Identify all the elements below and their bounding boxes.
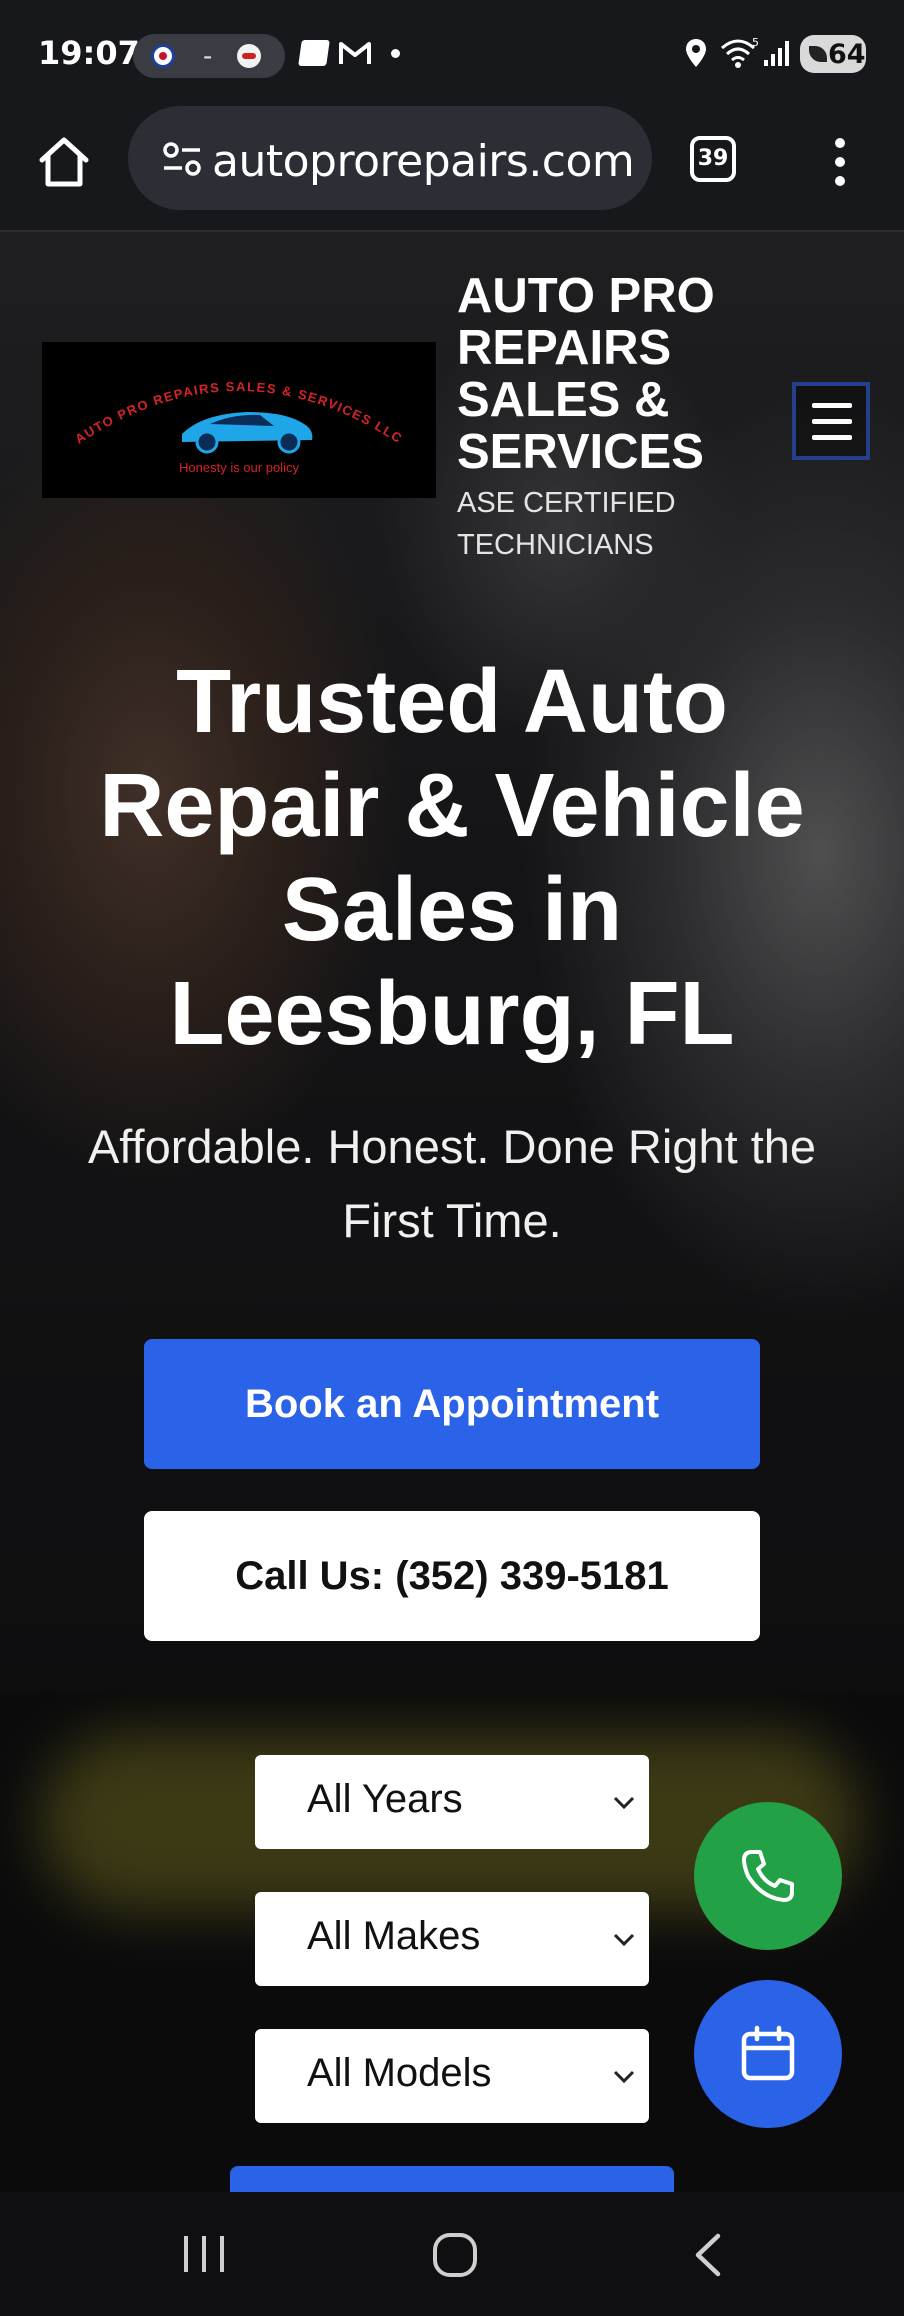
year-select-value: All Years [307,1777,463,1821]
home-nav-icon[interactable] [432,2232,478,2278]
make-select-value: All Makes [307,1914,481,1958]
chevron-down-icon [613,2070,635,2084]
hero-section: AUTO PRO REPAIRS SALES & SERVICES LLC Ho… [0,232,904,1692]
battery-indicator: 64 [800,35,866,73]
system-navigation-bar [0,2192,904,2316]
score-separator: - [203,40,213,71]
more-notifications-dot [391,49,400,58]
wifi-icon: 5 [721,36,759,68]
battery-level: 64 [828,39,866,70]
svg-text:Honesty is our policy: Honesty is our policy [179,460,299,475]
phone-fab-button[interactable] [694,1802,842,1950]
status-bar: 19:07 - 5 64 [0,0,904,104]
make-select[interactable]: All Makes [255,1892,649,1986]
notes-icon [298,40,330,66]
signal-icon [764,41,789,66]
more-menu-icon[interactable] [820,134,860,190]
home-icon[interactable] [36,134,92,190]
recents-icon[interactable] [180,2232,228,2276]
battery-saver-icon [809,46,827,62]
search-vehicles-button[interactable] [230,2166,674,2192]
site-logo[interactable]: AUTO PRO REPAIRS SALES & SERVICES LLC Ho… [42,342,436,498]
team-logo-icon [151,44,175,68]
gmail-icon [339,42,371,64]
model-select[interactable]: All Models [255,2029,649,2123]
notification-pill: - [133,34,285,78]
calendar-icon [741,2025,795,2081]
hero-title: Trusted Auto Repair & Vehicle Sales in L… [99,652,805,1064]
site-info-icon[interactable] [162,141,202,177]
url-text[interactable]: autoprorepairs.com [212,136,635,187]
chevron-down-icon [613,1933,635,1947]
phone-icon [742,1850,794,1902]
year-select[interactable]: All Years [255,1755,649,1849]
browser-toolbar: autoprorepairs.com 39 [0,104,904,232]
call-us-button[interactable]: Call Us: (352) 339-5181 [144,1511,760,1641]
model-select-value: All Models [307,2051,492,2095]
team-logo-icon [237,44,261,68]
back-icon[interactable] [690,2232,726,2278]
hero-subtitle: Affordable. Honest. Done Right the First… [87,1120,817,1247]
brand-tagline: ASE CERTIFIED TECHNICIANS [457,487,676,561]
svg-text:5: 5 [752,36,759,49]
book-appointment-button[interactable]: Book an Appointment [144,1339,760,1469]
calendar-fab-button[interactable] [694,1980,842,2128]
chevron-down-icon [613,1796,635,1810]
hamburger-icon[interactable] [792,382,870,460]
brand-name[interactable]: AUTO PRO REPAIRS SALES & SERVICES [457,270,757,478]
location-icon [686,39,706,67]
status-time: 19:07 [38,34,140,72]
tabs-icon[interactable]: 39 [690,136,736,182]
address-bar[interactable]: autoprorepairs.com [128,106,652,210]
